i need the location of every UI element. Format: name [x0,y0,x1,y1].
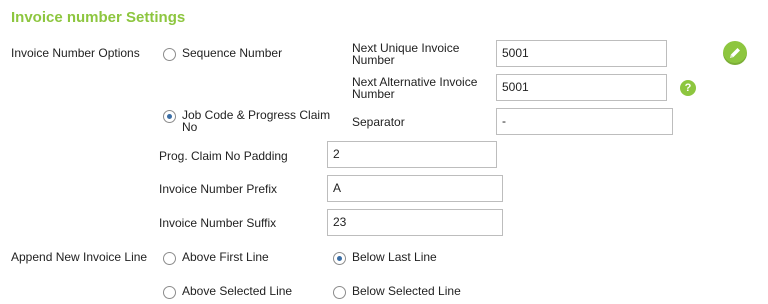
radio-above-selected-line[interactable]: Above Selected Line [163,285,292,299]
invoice-number-options-label: Invoice Number Options [11,46,140,60]
radio-sequence-number-label: Sequence Number [182,46,283,60]
radio-below-last-line-control[interactable] [333,252,346,265]
radio-above-first-line-label: Above First Line [182,250,269,264]
next-unique-invoice-label: Next Unique Invoice Number [352,41,460,67]
edit-pencil-icon[interactable] [723,41,747,65]
prog-claim-padding-label: Prog. Claim No Padding [159,149,288,163]
radio-below-selected-line[interactable]: Below Selected Line [333,285,461,299]
help-question-icon[interactable]: ? [680,80,696,96]
next-unique-invoice-input[interactable]: 5001 [496,40,667,67]
invoice-prefix-label: Invoice Number Prefix [159,182,278,196]
separator-input[interactable]: - [496,108,673,135]
radio-job-code-progress-claim-control[interactable] [163,110,176,123]
radio-sequence-number-control[interactable] [163,48,176,61]
radio-below-last-line-label: Below Last Line [352,250,437,264]
radio-above-selected-line-label: Above Selected Line [182,284,293,298]
radio-job-code-progress-claim-label: Job Code & Progress Claim No [182,108,331,134]
next-alternative-invoice-label: Next Alternative Invoice Number [352,75,478,101]
radio-below-selected-line-control[interactable] [333,286,346,299]
section-title: Invoice number Settings [11,9,186,26]
invoice-prefix-input[interactable]: A [327,175,503,202]
append-new-invoice-line-label: Append New Invoice Line [11,250,148,264]
radio-below-last-line[interactable]: Below Last Line [333,251,437,265]
radio-job-code-progress-claim[interactable]: Job Code & Progress Claim No [163,109,333,133]
prog-claim-padding-input[interactable]: 2 [327,141,497,168]
invoice-suffix-input[interactable]: 23 [327,209,503,236]
separator-label: Separator [352,115,405,129]
radio-above-first-line-control[interactable] [163,252,176,265]
radio-below-selected-line-label: Below Selected Line [352,284,461,298]
radio-above-selected-line-control[interactable] [163,286,176,299]
invoice-suffix-label: Invoice Number Suffix [159,216,277,230]
next-alternative-invoice-input[interactable]: 5001 [496,74,667,101]
radio-above-first-line[interactable]: Above First Line [163,251,269,265]
radio-sequence-number[interactable]: Sequence Number [163,47,282,61]
